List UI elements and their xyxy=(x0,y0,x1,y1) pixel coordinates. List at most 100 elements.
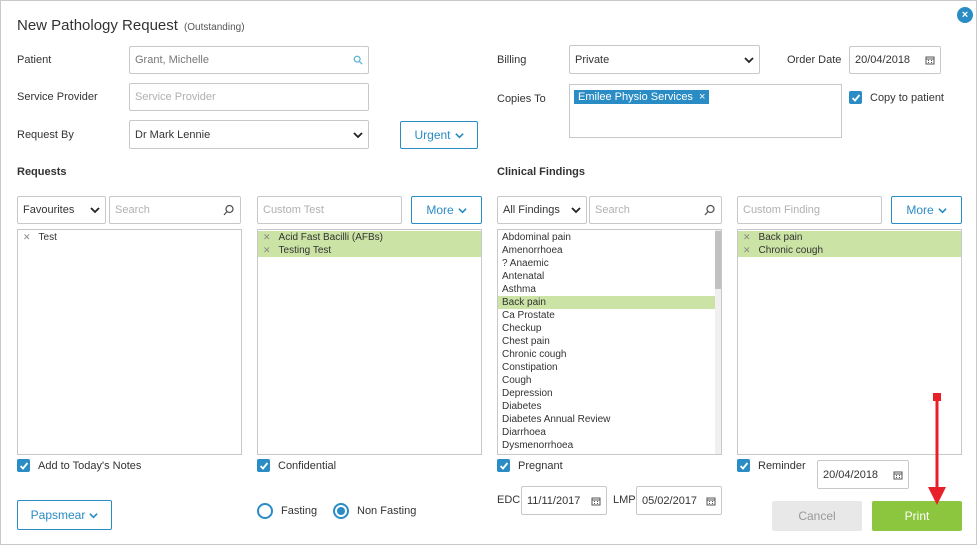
cancel-button[interactable]: Cancel xyxy=(772,501,862,531)
calendar-icon[interactable] xyxy=(591,496,601,506)
chevron-down-icon xyxy=(454,132,464,138)
list-item[interactable]: ? Anaemic xyxy=(498,257,716,270)
list-item[interactable]: Chest pain xyxy=(498,335,716,348)
more-findings-button[interactable]: More xyxy=(891,196,962,224)
pregnant-checkbox[interactable]: Pregnant xyxy=(497,459,563,472)
list-item[interactable]: Checkup xyxy=(498,322,716,335)
requests-filter-select[interactable]: Favourites xyxy=(17,196,106,224)
findings-filter-value: All Findings xyxy=(503,204,560,216)
list-item[interactable]: Antenatal xyxy=(498,270,716,283)
non-fasting-radio[interactable]: Non Fasting xyxy=(333,503,416,519)
lmp-date-field[interactable]: 05/02/2017 xyxy=(636,486,722,515)
list-item[interactable]: ✕ Test xyxy=(18,231,241,244)
chevron-down-icon xyxy=(744,56,754,63)
remove-icon[interactable]: ✕ xyxy=(263,245,271,255)
order-date-field[interactable]: 20/04/2018 xyxy=(849,46,941,74)
search-icon[interactable] xyxy=(223,204,235,216)
clinical-findings-heading: Clinical Findings xyxy=(497,166,586,178)
list-item[interactable]: Ca Prostate xyxy=(498,309,716,322)
list-item[interactable]: Diarrhoea xyxy=(498,426,716,439)
list-item[interactable]: Constipation xyxy=(498,361,716,374)
copy-to-patient-label: Copy to patient xyxy=(870,91,944,104)
pregnant-label: Pregnant xyxy=(518,459,563,472)
order-date-value: 20/04/2018 xyxy=(855,54,911,66)
calendar-icon[interactable] xyxy=(893,470,903,480)
list-item-label: Test xyxy=(38,232,57,243)
list-item[interactable]: ✕ Testing Test xyxy=(258,244,481,257)
dialog-status: (Outstanding) xyxy=(183,22,245,33)
checkbox-checked-icon xyxy=(737,459,750,472)
cancel-label: Cancel xyxy=(798,509,836,523)
list-item-label: Testing Test xyxy=(278,245,332,256)
list-item[interactable]: Depression xyxy=(498,387,716,400)
requests-search-input[interactable]: Search xyxy=(109,196,241,224)
urgent-button[interactable]: Urgent xyxy=(400,121,478,149)
service-provider-input[interactable]: Service Provider xyxy=(129,83,369,111)
list-item-label: Dysmenorrhoea xyxy=(502,440,574,451)
findings-list[interactable]: Abdominal pain Amenorrhoea ? Anaemic Antena… xyxy=(497,229,722,455)
request-by-select[interactable]: Dr Mark Lennie xyxy=(129,120,369,149)
remove-icon[interactable]: ✕ xyxy=(743,245,751,255)
list-item[interactable]: ✕ Acid Fast Bacilli (AFBs) xyxy=(258,231,481,244)
lmp-date-value: 05/02/2017 xyxy=(642,494,698,507)
edc-date-field[interactable]: 11/11/2017 xyxy=(521,486,607,515)
favourite-requests-list: ✕ Test xyxy=(17,229,242,455)
patient-value: Grant, Michelle xyxy=(135,54,209,66)
list-item[interactable]: Dysmenorrhoea xyxy=(498,439,716,452)
findings-scrollbar[interactable] xyxy=(715,230,721,454)
papsmear-button[interactable]: Papsmear xyxy=(17,500,112,530)
list-item[interactable]: Back pain xyxy=(498,296,716,309)
annotation-arrow-icon xyxy=(928,393,946,505)
custom-finding-input[interactable]: Custom Finding xyxy=(737,196,882,224)
copies-to-tag-label: Emilee Physio Services xyxy=(578,91,693,103)
list-item[interactable]: Diabetes Annual Review xyxy=(498,413,716,426)
more-requests-button[interactable]: More xyxy=(411,196,482,224)
print-label: Print xyxy=(904,509,930,523)
list-item[interactable]: Chronic cough xyxy=(498,348,716,361)
add-to-notes-label: Add to Today's Notes xyxy=(38,459,142,472)
remove-icon[interactable]: ✕ xyxy=(23,232,31,242)
search-icon[interactable] xyxy=(704,204,716,216)
add-to-notes-checkbox[interactable]: Add to Today's Notes xyxy=(17,459,141,472)
list-item[interactable]: Cough xyxy=(498,374,716,387)
list-item[interactable]: Asthma xyxy=(498,283,716,296)
patient-field[interactable]: Grant, Michelle xyxy=(129,46,369,74)
remove-icon[interactable]: ✕ xyxy=(743,232,751,242)
calendar-icon[interactable] xyxy=(925,55,935,65)
list-item-label: Chronic cough xyxy=(502,349,567,360)
lmp-label: LMP xyxy=(613,494,636,506)
radio-selected-icon xyxy=(333,503,349,519)
reminder-checkbox[interactable]: Reminder xyxy=(737,459,806,472)
confidential-checkbox[interactable]: Confidential xyxy=(257,459,336,472)
requests-search-placeholder: Search xyxy=(115,204,150,216)
list-item[interactable]: Amenorrhoea xyxy=(498,244,716,257)
copies-to-field[interactable]: Emilee Physio Services × xyxy=(569,84,842,138)
copies-to-tag: Emilee Physio Services × xyxy=(574,90,710,104)
findings-search-input[interactable]: Search xyxy=(589,196,722,224)
reminder-date-field[interactable]: 20/04/2018 xyxy=(817,460,909,489)
list-item[interactable]: ✕ Back pain xyxy=(738,231,961,244)
calendar-icon[interactable] xyxy=(706,496,716,506)
copy-to-patient-checkbox[interactable]: Copy to patient xyxy=(849,91,944,104)
more-findings-label: More xyxy=(906,203,934,217)
list-item[interactable]: Diabetes xyxy=(498,400,716,413)
findings-scrollbar-thumb[interactable] xyxy=(715,231,721,289)
custom-test-input[interactable]: Custom Test xyxy=(257,196,402,224)
remove-tag-icon[interactable]: × xyxy=(699,91,705,103)
print-button[interactable]: Print xyxy=(872,501,962,531)
list-item[interactable]: ✕ Chronic cough xyxy=(738,244,961,257)
list-item[interactable]: Abdominal pain xyxy=(498,231,716,244)
remove-icon[interactable]: ✕ xyxy=(263,232,271,242)
list-item-label: Acid Fast Bacilli (AFBs) xyxy=(278,232,384,243)
more-requests-label: More xyxy=(426,203,454,217)
chevron-down-icon xyxy=(457,207,467,213)
reminder-date-value: 20/04/2018 xyxy=(823,468,879,481)
fasting-radio[interactable]: Fasting xyxy=(257,503,317,519)
billing-select[interactable]: Private xyxy=(569,45,760,74)
search-icon[interactable] xyxy=(353,55,363,65)
billing-value: Private xyxy=(575,53,610,66)
close-icon[interactable]: × xyxy=(957,7,973,23)
list-item-label: Depression xyxy=(502,388,553,399)
papsmear-label: Papsmear xyxy=(30,508,86,522)
findings-filter-select[interactable]: All Findings xyxy=(497,196,587,224)
